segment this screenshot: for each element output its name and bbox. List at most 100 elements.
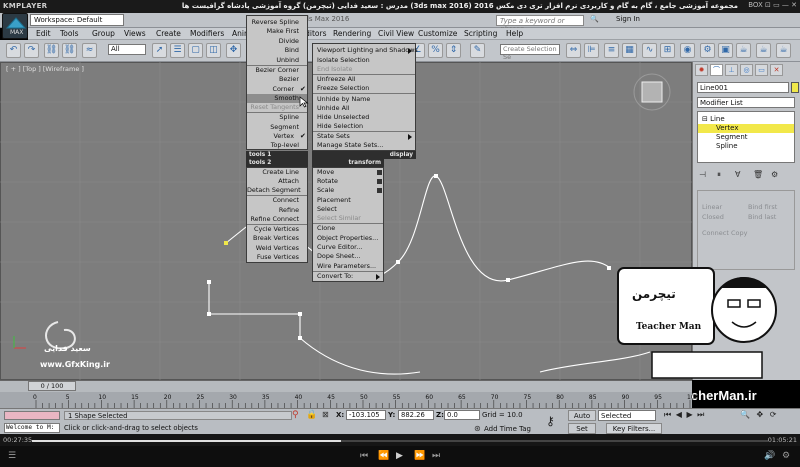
quad-spline[interactable]: Spline — [247, 113, 303, 122]
linear-checkbox[interactable]: Linear — [702, 203, 722, 211]
bind-first-checkbox[interactable]: Bind first — [748, 203, 777, 211]
material-editor-icon[interactable]: ◉ — [680, 43, 695, 58]
quad-bezier[interactable]: Bezier — [247, 75, 303, 84]
percent-snap-icon[interactable]: % — [428, 43, 443, 58]
maxscript-listener-pink[interactable] — [4, 411, 60, 420]
stack-item-segment[interactable]: Segment — [698, 133, 794, 142]
menu-scripting[interactable]: Scripting — [464, 29, 497, 38]
quad-hide-selection[interactable]: Hide Selection — [313, 122, 413, 131]
menu-views[interactable]: Views — [124, 29, 146, 38]
quad-dope-sheet[interactable]: Dope Sheet... — [313, 252, 381, 261]
quad-unfreeze-all[interactable]: Unfreeze All — [313, 75, 413, 84]
isolate-toggle-icon[interactable]: ⚲ — [292, 410, 299, 420]
quad-refine[interactable]: Refine — [247, 206, 303, 215]
quad-rotate[interactable]: Rotate — [313, 177, 381, 186]
quad-make-first[interactable]: Make First — [247, 27, 303, 36]
make-unique-icon[interactable]: ∀ — [735, 170, 740, 179]
object-name-field[interactable]: Line001 — [697, 82, 789, 93]
window-crossing-icon[interactable]: ◫ — [206, 43, 221, 58]
graphite-ribbon-icon[interactable]: ▦ — [622, 43, 637, 58]
quad-viewport-lighting[interactable]: Viewport Lighting and Shadows — [313, 46, 418, 55]
quad-move[interactable]: Move — [313, 168, 381, 177]
select-object-icon[interactable]: ➚ — [152, 43, 167, 58]
quad-scale[interactable]: Scale — [313, 186, 381, 195]
search-icon[interactable]: 🔍 — [590, 15, 599, 23]
quad-vertex[interactable]: Vertex — [247, 132, 303, 141]
quad-attach[interactable]: Attach — [247, 177, 303, 186]
quad-select[interactable]: Select — [313, 205, 381, 214]
quad-fuse-vertices[interactable]: Fuse Vertices — [247, 253, 303, 262]
quad-bind[interactable]: Bind — [247, 46, 303, 55]
unlink-icon[interactable]: ⛓ — [62, 43, 77, 58]
quad-freeze-selection[interactable]: Freeze Selection — [313, 84, 413, 93]
quad-reverse-spline[interactable]: Reverse Spline — [247, 18, 303, 27]
quad-placement[interactable]: Placement — [313, 196, 381, 205]
quad-manage-state-sets[interactable]: Manage State Sets... — [313, 141, 413, 150]
quad-convert-to[interactable]: Convert To: — [313, 272, 381, 281]
add-time-tag-button[interactable]: Add Time Tag — [484, 425, 531, 433]
modifier-stack[interactable]: ⊟ Line Vertex Segment Spline — [697, 111, 795, 163]
remove-modifier-icon[interactable]: 🗑 — [753, 170, 763, 179]
render-production-icon[interactable]: ☕ — [736, 43, 751, 58]
modify-tab-icon[interactable]: ⌒ — [710, 64, 723, 76]
quad-refine-connect[interactable]: Refine Connect — [247, 215, 303, 224]
quad-unhide-all[interactable]: Unhide All — [313, 104, 413, 113]
spinner-snap-icon[interactable]: ⇕ — [446, 43, 461, 58]
quad-clone[interactable]: Clone — [313, 224, 381, 233]
time-tag-icon[interactable]: ⊛ — [474, 424, 481, 433]
forward-icon[interactable]: ⏩ — [414, 451, 425, 461]
workspace-dropdown[interactable]: Workspace: Default — [30, 14, 124, 26]
menu-edit[interactable]: Edit — [36, 29, 51, 38]
utilities-tab-icon[interactable]: ✕ — [770, 64, 783, 76]
lock-selection-icon[interactable]: 🔒 — [306, 410, 317, 420]
set-key-button[interactable]: Set Key — [568, 423, 596, 443]
menu-civil-view[interactable]: Civil View — [378, 29, 414, 38]
rewind-icon[interactable]: ⏪ — [378, 451, 389, 461]
quad-segment[interactable]: Segment — [247, 123, 303, 132]
curve-editor-icon[interactable]: ∿ — [642, 43, 657, 58]
search-input[interactable]: Type a keyword or phrase — [496, 15, 584, 33]
stack-item-vertex[interactable]: Vertex — [698, 124, 794, 133]
bind-last-checkbox[interactable]: Bind last — [748, 213, 776, 221]
quad-curve-editor[interactable]: Curve Editor... — [313, 243, 381, 252]
menu-customize[interactable]: Customize — [418, 29, 457, 38]
time-slider[interactable] — [0, 380, 692, 392]
frame-indicator[interactable]: 0 / 100 — [28, 381, 76, 391]
play-icon[interactable]: ▶ — [396, 451, 403, 461]
menu-icon[interactable]: ☰ — [8, 451, 16, 461]
y-coordinate-field[interactable]: 882.26 — [398, 410, 434, 420]
settings-box-icon[interactable] — [377, 179, 382, 184]
selected-vertex[interactable] — [224, 241, 228, 245]
viewcube[interactable] — [633, 73, 671, 111]
quad-top-level[interactable]: Top-level — [247, 141, 303, 150]
viewport-navigation[interactable]: 🔍 ✥ ⟳ — [740, 410, 778, 419]
object-color-swatch[interactable] — [791, 82, 799, 93]
quad-bezier-corner[interactable]: Bezier Corner — [247, 66, 303, 75]
next-icon[interactable]: ⏭ — [432, 451, 440, 461]
named-selection-set-dropdown[interactable]: Create Selection Se — [500, 44, 560, 61]
z-coordinate-field[interactable]: 0.0 — [444, 410, 480, 420]
key-filters-button[interactable]: Key Filters... — [606, 423, 662, 434]
pin-stack-icon[interactable]: ⊣ — [699, 170, 706, 179]
menu-create[interactable]: Create — [156, 29, 181, 38]
create-tab-icon[interactable]: ✹ — [695, 64, 708, 76]
schematic-view-icon[interactable]: ⊞ — [660, 43, 675, 58]
move-icon[interactable]: ✥ — [226, 43, 241, 58]
quad-corner[interactable]: Corner — [247, 85, 303, 94]
max-app-button[interactable]: MAX — [2, 13, 28, 39]
render-setup-icon[interactable]: ⚙ — [700, 43, 715, 58]
quad-divide[interactable]: Divide — [247, 37, 303, 46]
layer-manager-icon[interactable]: ≡ — [604, 43, 619, 58]
undo-icon[interactable]: ↶ — [6, 43, 21, 58]
menu-group[interactable]: Group — [92, 29, 115, 38]
playback-controls[interactable]: ⏮ ◀ ▶ ⏭ — [664, 410, 705, 420]
motion-tab-icon[interactable]: ◎ — [740, 64, 753, 76]
align-icon[interactable]: ⊫ — [584, 43, 599, 58]
x-coordinate-field[interactable]: -103.105 — [346, 410, 386, 420]
redo-icon[interactable]: ↷ — [24, 43, 39, 58]
maxscript-listener[interactable]: Welcome to M: — [4, 423, 60, 433]
hierarchy-tab-icon[interactable]: ⊥ — [725, 64, 738, 76]
quad-unhide-by-name[interactable]: Unhide by Name — [313, 95, 413, 104]
menu-rendering[interactable]: Rendering — [333, 29, 371, 38]
mirror-icon[interactable]: ⇔ — [566, 43, 581, 58]
